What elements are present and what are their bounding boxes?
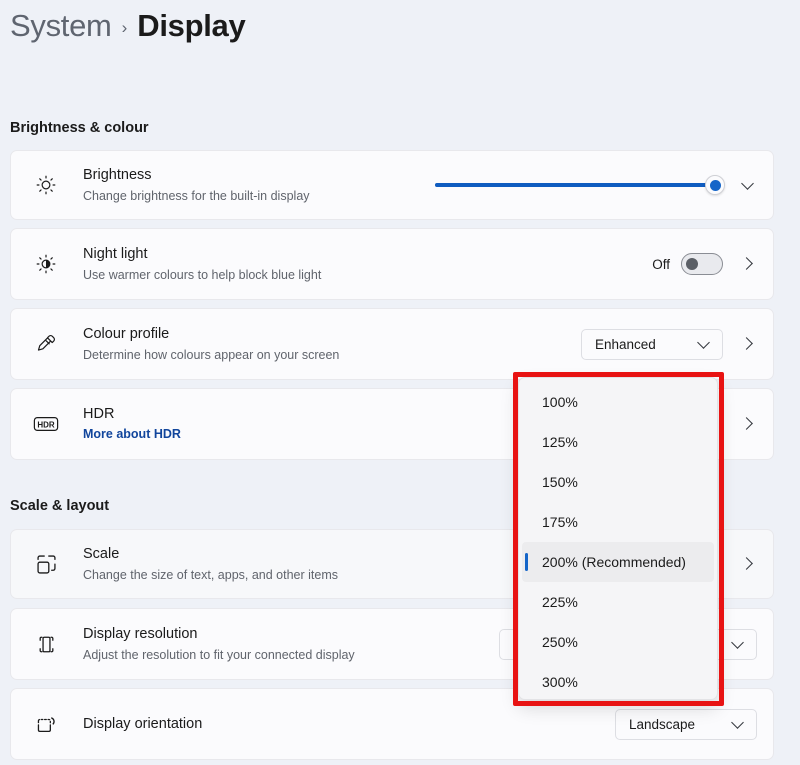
- scale-option-item[interactable]: 300%: [522, 662, 714, 700]
- night-light-chevron-right-icon[interactable]: [737, 254, 757, 274]
- scale-option-item[interactable]: 125%: [522, 422, 714, 462]
- brightness-slider[interactable]: [435, 173, 725, 197]
- scale-option-item[interactable]: 175%: [522, 502, 714, 542]
- row-brightness-title: Brightness: [83, 166, 435, 185]
- night-light-toggle-group: Off: [652, 253, 723, 275]
- scale-option-item[interactable]: 200% (Recommended): [522, 542, 714, 582]
- breadcrumb-separator-icon: ›: [122, 14, 128, 38]
- row-brightness-controls: [435, 173, 757, 197]
- row-display-orientation-text: Display orientation: [83, 715, 615, 734]
- display-resolution-icon: [29, 627, 63, 661]
- row-hdr-controls: [737, 414, 757, 434]
- colour-profile-dropdown[interactable]: Enhanced: [581, 329, 723, 360]
- display-orientation-icon: [29, 707, 63, 741]
- colour-profile-chevron-right-icon[interactable]: [737, 334, 757, 354]
- row-display-resolution-text: Display resolution Adjust the resolution…: [83, 625, 499, 663]
- row-night-light[interactable]: Night light Use warmer colours to help b…: [10, 228, 774, 300]
- eyedropper-icon: [29, 327, 63, 361]
- breadcrumb: System › Display: [10, 8, 245, 44]
- brightness-sun-icon: [29, 168, 63, 202]
- row-brightness-text: Brightness Change brightness for the bui…: [83, 166, 435, 204]
- night-light-toggle-state: Off: [652, 257, 670, 272]
- display-settings-page: System › Display Brightness & colour Bri…: [0, 0, 800, 765]
- scale-option-item[interactable]: 250%: [522, 622, 714, 662]
- display-orientation-chevron-down-icon: [729, 715, 747, 733]
- section-heading-scale-layout: Scale & layout: [10, 498, 109, 514]
- display-resolution-chevron-down-icon: [729, 635, 747, 653]
- scale-option-item[interactable]: 100%: [522, 382, 714, 422]
- row-colour-profile-subtitle: Determine how colours appear on your scr…: [83, 347, 581, 363]
- scale-options-dropdown-popup[interactable]: 100%125%150%175%200% (Recommended)225%25…: [518, 377, 718, 700]
- row-colour-profile-controls: Enhanced: [581, 329, 757, 360]
- breadcrumb-parent-system[interactable]: System: [10, 8, 112, 44]
- scale-chevron-right-icon[interactable]: [737, 554, 757, 574]
- brightness-slider-thumb[interactable]: [705, 175, 725, 195]
- page-title-display: Display: [137, 8, 245, 44]
- scale-icon: [29, 547, 63, 581]
- row-colour-profile-text: Colour profile Determine how colours app…: [83, 325, 581, 363]
- row-brightness[interactable]: Brightness Change brightness for the bui…: [10, 150, 774, 220]
- display-orientation-dropdown[interactable]: Landscape: [615, 709, 757, 740]
- brightness-slider-fill: [435, 183, 715, 187]
- hdr-badge-icon: HDR: [29, 407, 63, 441]
- night-light-toggle[interactable]: [681, 253, 723, 275]
- scale-option-item[interactable]: 150%: [522, 462, 714, 502]
- brightness-expand-chevron-down-icon[interactable]: [739, 176, 757, 194]
- section-heading-brightness-colour: Brightness & colour: [10, 120, 149, 136]
- row-display-orientation-title: Display orientation: [83, 715, 615, 734]
- row-night-light-text: Night light Use warmer colours to help b…: [83, 245, 652, 283]
- row-display-orientation-controls: Landscape: [615, 709, 757, 740]
- night-light-icon: [29, 247, 63, 281]
- colour-profile-chevron-down-icon: [695, 335, 713, 353]
- row-scale-controls: [737, 554, 757, 574]
- row-display-resolution-title: Display resolution: [83, 625, 499, 644]
- row-night-light-title: Night light: [83, 245, 652, 264]
- row-night-light-controls: Off: [652, 253, 757, 275]
- more-about-hdr-link[interactable]: More about HDR: [83, 426, 181, 442]
- scale-option-item[interactable]: 225%: [522, 582, 714, 622]
- row-night-light-subtitle: Use warmer colours to help block blue li…: [83, 267, 652, 283]
- display-orientation-selected-value: Landscape: [629, 717, 695, 732]
- hdr-chevron-right-icon[interactable]: [737, 414, 757, 434]
- svg-text:HDR: HDR: [37, 421, 55, 430]
- row-colour-profile-title: Colour profile: [83, 325, 581, 344]
- colour-profile-selected-value: Enhanced: [595, 337, 656, 352]
- row-brightness-subtitle: Change brightness for the built-in displ…: [83, 188, 435, 204]
- row-display-resolution-subtitle: Adjust the resolution to fit your connec…: [83, 647, 499, 663]
- row-colour-profile[interactable]: Colour profile Determine how colours app…: [10, 308, 774, 380]
